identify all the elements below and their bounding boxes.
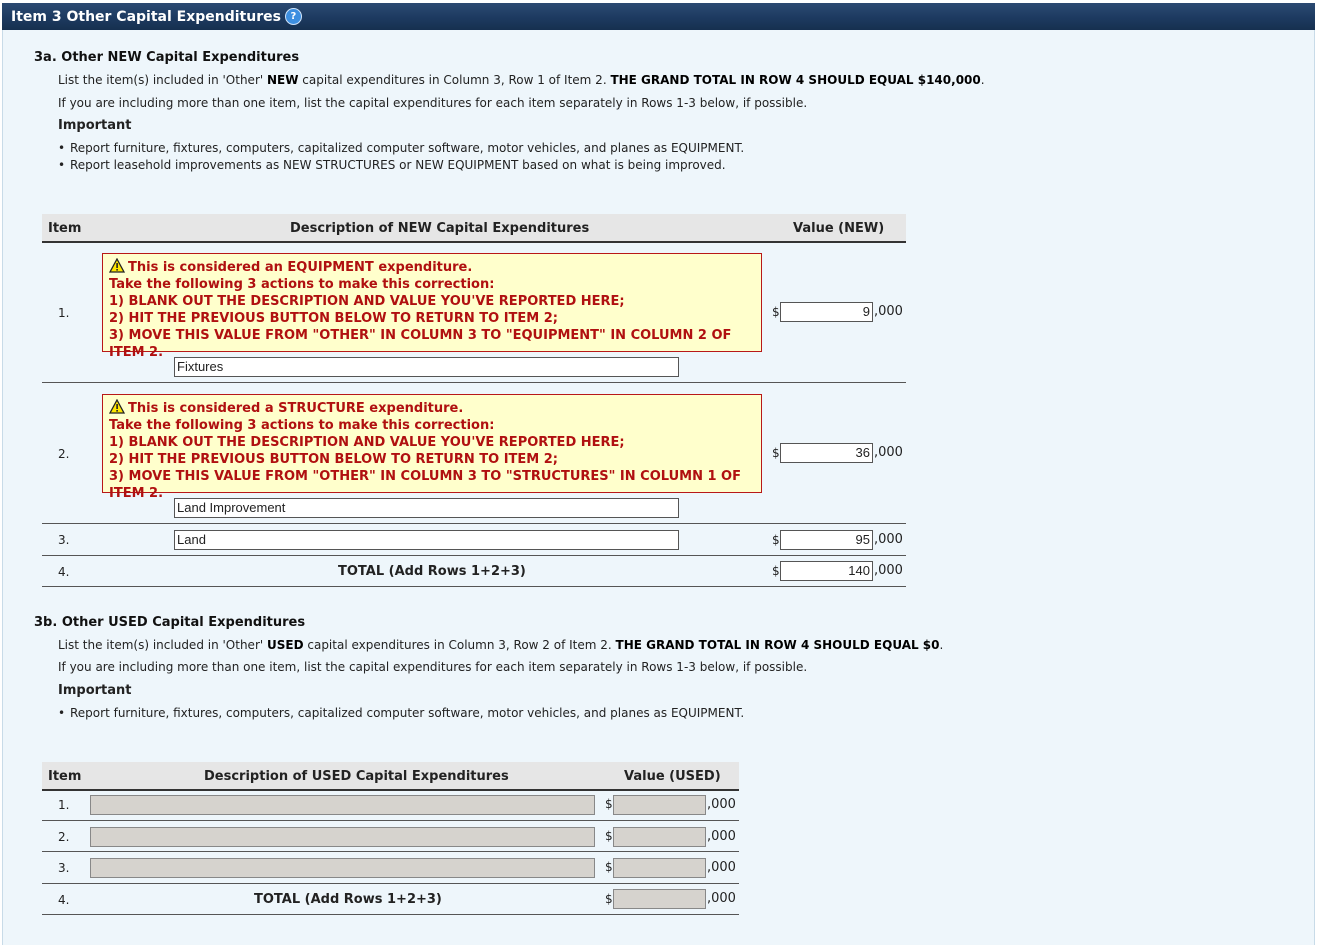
help-icon[interactable]: ? (284, 8, 302, 25)
warning-line-2: Take the following 3 actions to make thi… (109, 418, 495, 433)
col-value-header: Value (USED) (624, 769, 721, 784)
warning-line-3: 1) BLANK OUT THE DESCRIPTION AND VALUE Y… (109, 435, 625, 450)
section-b-instruction-2: If you are including more than one item,… (58, 660, 808, 674)
thousands-suffix: ,000 (874, 304, 903, 319)
important-label: Important (58, 683, 132, 698)
important-label: Important (58, 118, 132, 133)
row-divider (42, 851, 739, 852)
table-a-header: Item Description of NEW Capital Expendit… (42, 214, 906, 243)
currency-symbol: $ (772, 533, 780, 547)
description-input-disabled[interactable] (90, 858, 595, 878)
warning-line-4: 2) HIT THE PREVIOUS BUTTON BELOW TO RETU… (109, 311, 558, 326)
row-number: 2. (58, 447, 70, 461)
warning-line-1: This is considered an EQUIPMENT expendit… (108, 257, 755, 276)
value-input-row-1[interactable]: 9 (780, 302, 873, 322)
structure-warning: This is considered a STRUCTURE expenditu… (102, 394, 762, 501)
instr-text: . (939, 638, 944, 652)
instr-text: List the item(s) included in 'Other' (58, 638, 267, 652)
section-a-heading: 3a. Other NEW Capital Expenditures (34, 50, 300, 65)
row-divider (42, 883, 739, 884)
row-number: 3. (58, 861, 70, 875)
table-b-header: Item Description of USED Capital Expendi… (42, 762, 739, 791)
thousands-suffix: ,000 (707, 797, 736, 812)
row-divider (42, 820, 739, 821)
row-number: 4. (58, 565, 70, 579)
warning-text: This is considered an EQUIPMENT expendit… (128, 260, 473, 275)
thousands-suffix: ,000 (874, 445, 903, 460)
instr-text: capital expenditures in Column 3, Row 1 … (298, 73, 611, 87)
thousands-suffix: ,000 (874, 532, 903, 547)
col-item-header: Item (48, 769, 82, 784)
bullet-item: Report furniture, fixtures, computers, c… (58, 706, 744, 720)
currency-symbol: $ (605, 797, 613, 811)
thousands-suffix: ,000 (707, 829, 736, 844)
description-input-row-1[interactable]: Fixtures (174, 357, 679, 377)
total-value-input[interactable]: 140 (780, 561, 873, 581)
bullet-item: Report furniture, fixtures, computers, c… (58, 141, 744, 155)
row-number: 4. (58, 893, 70, 907)
value-input-row-3[interactable]: 95 (780, 530, 873, 550)
value-input-disabled[interactable] (613, 795, 706, 815)
currency-symbol: $ (772, 564, 780, 578)
warning-line-2: Take the following 3 actions to make thi… (109, 277, 495, 292)
row-divider (42, 586, 906, 587)
section-a-instruction-2: If you are including more than one item,… (58, 96, 808, 110)
title-bar: Item 3 Other Capital Expenditures? (2, 3, 1315, 31)
instr-text: List the item(s) included in 'Other' (58, 73, 267, 87)
instr-bold: USED (267, 638, 304, 652)
row-divider (42, 555, 906, 556)
row-divider (42, 914, 739, 915)
col-value-header: Value (NEW) (793, 221, 885, 236)
row-number: 1. (58, 798, 70, 812)
page-title: Item 3 Other Capital Expenditures? (11, 8, 302, 25)
currency-symbol: $ (605, 829, 613, 843)
currency-symbol: $ (772, 446, 780, 460)
warning-icon (108, 257, 126, 273)
col-description-header: Description of NEW Capital Expenditures (290, 221, 590, 236)
equipment-warning: This is considered an EQUIPMENT expendit… (102, 253, 762, 360)
currency-symbol: $ (772, 305, 780, 319)
thousands-suffix: ,000 (874, 563, 903, 578)
warning-line-5: 3) MOVE THIS VALUE FROM "OTHER" IN COLUM… (109, 328, 732, 360)
instr-text: capital expenditures in Column 3, Row 2 … (303, 638, 616, 652)
section-b-instruction: List the item(s) included in 'Other' USE… (58, 638, 943, 652)
currency-symbol: $ (605, 892, 613, 906)
total-label: TOTAL (Add Rows 1+2+3) (338, 564, 526, 579)
warning-line-1: This is considered a STRUCTURE expenditu… (108, 398, 755, 417)
description-input-row-2[interactable]: Land Improvement (174, 498, 679, 518)
row-number: 1. (58, 306, 70, 320)
warning-line-4: 2) HIT THE PREVIOUS BUTTON BELOW TO RETU… (109, 452, 558, 467)
warning-line-3: 1) BLANK OUT THE DESCRIPTION AND VALUE Y… (109, 294, 625, 309)
warning-line-5: 3) MOVE THIS VALUE FROM "OTHER" IN COLUM… (109, 469, 741, 501)
total-value-input-disabled[interactable] (613, 889, 706, 909)
row-number: 2. (58, 830, 70, 844)
description-input-disabled[interactable] (90, 795, 595, 815)
section-a-instruction: List the item(s) included in 'Other' NEW… (58, 73, 985, 87)
value-input-disabled[interactable] (613, 827, 706, 847)
row-divider (42, 523, 906, 524)
grand-total-note: THE GRAND TOTAL IN ROW 4 SHOULD EQUAL $0 (615, 638, 940, 652)
instr-text: . (980, 73, 985, 87)
page-title-text: Item 3 Other Capital Expenditures (11, 9, 281, 25)
bullet-item: Report leasehold improvements as NEW STR… (58, 158, 726, 172)
col-item-header: Item (48, 221, 82, 236)
warning-icon (108, 398, 126, 414)
thousands-suffix: ,000 (707, 860, 736, 875)
total-label: TOTAL (Add Rows 1+2+3) (254, 892, 442, 907)
description-input-disabled[interactable] (90, 827, 595, 847)
thousands-suffix: ,000 (707, 891, 736, 906)
currency-symbol: $ (605, 860, 613, 874)
warning-text: This is considered a STRUCTURE expenditu… (128, 401, 464, 416)
instr-bold: NEW (267, 73, 299, 87)
row-divider (42, 382, 906, 383)
col-description-header: Description of USED Capital Expenditures (204, 769, 509, 784)
description-input-row-3[interactable]: Land (174, 530, 679, 550)
value-input-row-2[interactable]: 36 (780, 443, 873, 463)
grand-total-note: THE GRAND TOTAL IN ROW 4 SHOULD EQUAL $1… (610, 73, 981, 87)
value-input-disabled[interactable] (613, 858, 706, 878)
row-number: 3. (58, 533, 70, 547)
section-b-heading: 3b. Other USED Capital Expenditures (34, 615, 306, 630)
